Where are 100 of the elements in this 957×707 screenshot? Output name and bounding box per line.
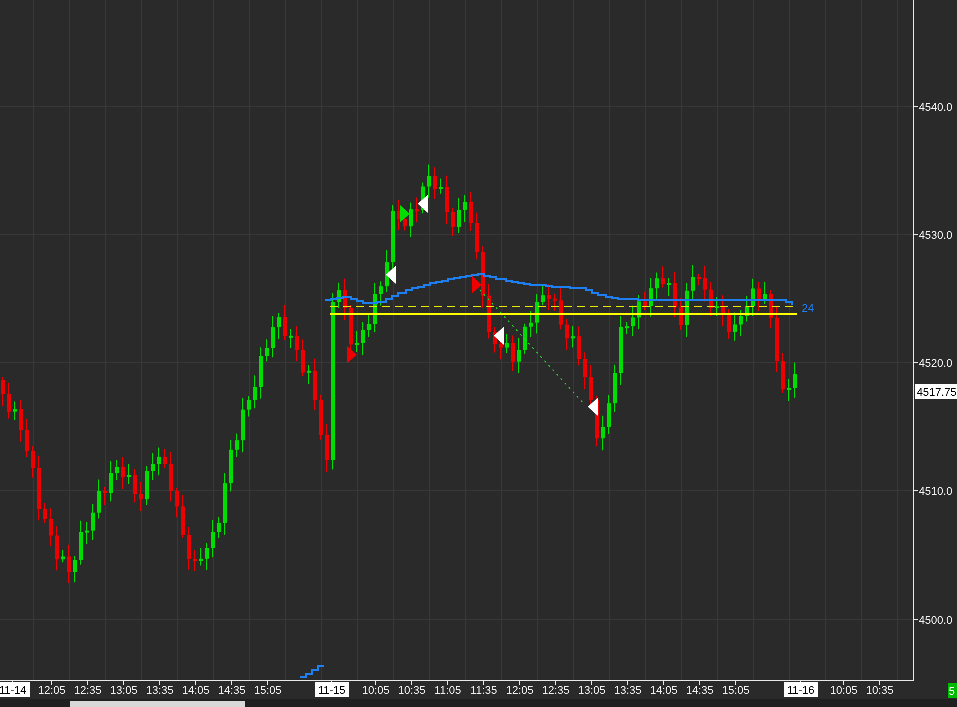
candle	[661, 266, 665, 288]
candle	[637, 294, 641, 330]
time-label: 10:05	[362, 685, 390, 697]
candle	[175, 488, 179, 518]
candle	[103, 486, 107, 506]
time-label: 15:05	[254, 685, 282, 697]
candle	[631, 305, 635, 337]
price-label: 4540.0	[919, 102, 953, 114]
time-label: 11:05	[434, 685, 462, 697]
date-label: 11-15	[315, 682, 349, 697]
time-label: 12:35	[74, 685, 102, 697]
time-label: 10:35	[866, 685, 894, 697]
price-label: 4530.0	[919, 230, 953, 242]
candle	[565, 318, 569, 351]
candle	[553, 293, 557, 312]
candle	[403, 208, 407, 232]
candle	[43, 502, 47, 524]
candle	[559, 288, 563, 330]
candle	[679, 298, 683, 331]
candle	[61, 549, 65, 564]
price-label: 4520.0	[919, 358, 953, 370]
candle	[31, 446, 35, 478]
candle	[313, 358, 317, 411]
candle	[505, 334, 509, 354]
candle	[235, 433, 239, 458]
price-label: 4500.0	[919, 615, 953, 627]
time-label: 13:35	[146, 685, 174, 697]
candle	[439, 178, 443, 194]
candle	[769, 290, 773, 329]
candle	[361, 322, 365, 356]
candle	[271, 316, 275, 358]
candle	[319, 394, 323, 440]
candle	[157, 447, 161, 476]
candle	[85, 522, 89, 545]
candle	[667, 278, 671, 297]
last-price-tag: 4517.75	[915, 384, 957, 399]
candle	[541, 286, 545, 306]
candle	[199, 547, 203, 566]
candle	[367, 314, 371, 338]
candle	[625, 322, 629, 334]
candle	[649, 278, 653, 318]
candle	[229, 440, 233, 492]
candle	[247, 396, 251, 418]
candle	[715, 296, 719, 317]
candle	[487, 283, 491, 340]
candle	[463, 194, 467, 222]
candle	[67, 544, 71, 584]
candle	[91, 504, 95, 541]
candle	[205, 542, 209, 571]
candle	[763, 282, 767, 304]
candle	[277, 312, 281, 340]
candle	[193, 550, 197, 572]
right-triangle-marker	[347, 346, 357, 364]
time-label: 12:05	[506, 685, 534, 697]
time-label: 14:35	[218, 685, 246, 697]
candle	[793, 362, 797, 398]
candle	[613, 364, 617, 413]
time-label: 11:35	[470, 685, 498, 697]
candle	[121, 456, 125, 490]
candle	[169, 452, 173, 502]
candle	[751, 278, 755, 317]
candle	[265, 339, 269, 362]
date-label: 11-16	[784, 682, 818, 697]
left-triangle-marker	[386, 266, 396, 284]
candle	[25, 418, 29, 458]
candle	[1, 376, 5, 407]
candle	[337, 282, 341, 309]
candle	[355, 331, 359, 353]
candle	[115, 460, 119, 482]
candle	[733, 312, 737, 342]
candle	[547, 284, 551, 311]
candle	[415, 197, 419, 223]
time-label: 15:05	[722, 685, 750, 697]
price-label: 4510.0	[919, 486, 953, 498]
candle	[289, 328, 293, 349]
candle	[187, 526, 191, 571]
step-line	[300, 665, 324, 678]
time-label: 12:05	[38, 685, 66, 697]
time-label: 14:05	[182, 685, 210, 697]
candle	[133, 468, 137, 504]
candle	[583, 352, 587, 390]
candle	[79, 520, 83, 566]
scroll-thumb[interactable]	[70, 701, 245, 707]
candle	[619, 315, 623, 386]
candle	[775, 306, 779, 373]
time-label: 12:35	[542, 685, 570, 697]
candle	[571, 326, 575, 348]
candle	[325, 424, 329, 473]
candle	[283, 304, 287, 341]
candle	[211, 520, 215, 558]
candle	[709, 282, 713, 317]
candle	[55, 525, 59, 572]
candle	[409, 202, 413, 238]
candle	[727, 309, 731, 340]
right-triangle-marker	[472, 276, 482, 294]
candle	[217, 516, 221, 539]
candle	[181, 494, 185, 539]
corner-badge: 5	[948, 683, 957, 698]
candle	[259, 347, 263, 400]
candle	[691, 264, 695, 300]
